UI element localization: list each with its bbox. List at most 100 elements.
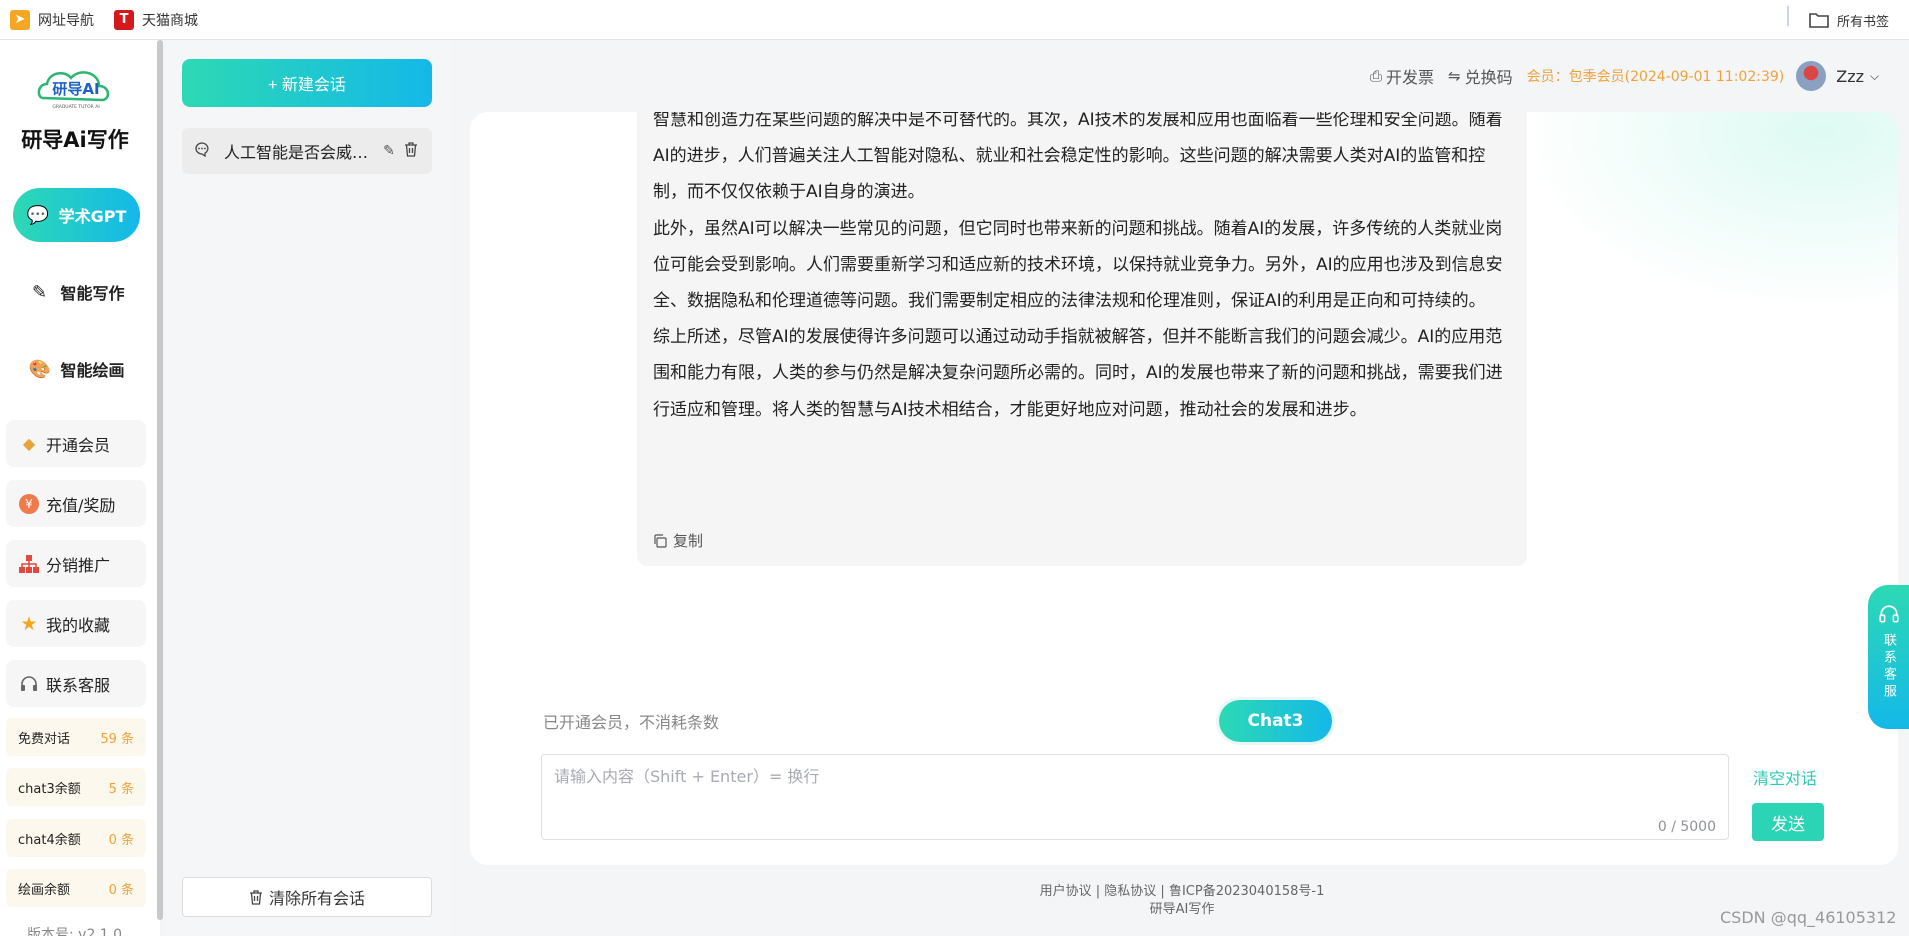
folder-icon <box>1809 13 1829 28</box>
nav-smart-painting[interactable]: 🎨 智能绘画 <box>13 342 140 396</box>
icp-link[interactable]: 鲁ICP备2023040158号-1 <box>1169 884 1324 899</box>
quota-free-chat: 免费对话 59 条 <box>6 718 146 756</box>
all-bookmarks-label: 所有书签 <box>1836 14 1889 30</box>
chat-panel: 智慧和创造力在某些问题的解决中是不可替代的。其次，AI技术的发展和应用也面临着一… <box>470 112 1898 865</box>
headset-icon <box>18 673 40 695</box>
nav-label: 开通会员 <box>46 435 111 455</box>
redeem-link[interactable]: ⇋ 兑换码 <box>1448 64 1513 88</box>
quota-chat3: chat3余额 5 条 <box>6 768 146 806</box>
send-button[interactable]: 发送 <box>1752 803 1824 841</box>
clear-all-sessions-button[interactable]: 清除所有会话 <box>182 877 432 917</box>
quota-value: 0 条 <box>108 882 134 898</box>
message-paragraph: 智慧和创造力在某些问题的解决中是不可替代的。其次，AI技术的发展和应用也面临着一… <box>653 112 1503 203</box>
user-agreement-link[interactable]: 用户协议 <box>1040 884 1092 899</box>
nav-favorites[interactable]: ★ 我的收藏 <box>6 600 146 647</box>
left-nav-scrollbar[interactable] <box>157 40 163 920</box>
nav-label: 我的收藏 <box>46 615 111 635</box>
session-title: 人工智能是否会威胁人类 <box>224 143 378 162</box>
session-item[interactable]: 人工智能是否会威胁人类 ✎ <box>182 128 432 174</box>
session-panel: + 新建会话 人工智能是否会威胁人类 ✎ 清除所有会话 <box>166 40 452 936</box>
model-selector[interactable]: Chat3 <box>1219 700 1332 742</box>
logo-subtext: GRADUATE TUTOR AI <box>52 104 99 110</box>
support-floating-tab[interactable]: 联系客服 <box>1868 585 1909 729</box>
navigation-icon: ➤ <box>10 9 30 30</box>
new-chat-button[interactable]: + 新建会话 <box>182 59 432 107</box>
user-topbar: ⎙ 开发票 ⇋ 兑换码 会员：包季会员(2024-09-01 11:02:39)… <box>1370 58 1879 94</box>
logo-wordmark: 研导AI <box>52 80 99 98</box>
nav-academic-gpt[interactable]: 💬 学术GPT <box>13 188 140 242</box>
bookmarks-bar: ➤ 网址导航 T 天猫商城 所有书签 <box>0 0 1909 40</box>
message-paragraph: 综上所述，尽管AI的发展使得许多问题可以通过动动手指就被解答，但并不能断言我们的… <box>653 327 1503 420</box>
nav-contact-support[interactable]: 联系客服 <box>6 660 146 707</box>
footer: 用户协议 | 隐私协议 | 鲁ICP备2023040158号-1 研导AI写作 <box>970 883 1394 919</box>
quota-chat4: chat4余额 0 条 <box>6 819 146 857</box>
edit-icon[interactable]: ✎ <box>378 143 400 159</box>
star-icon: ★ <box>20 612 38 635</box>
nav-label: 充值/奖励 <box>46 495 116 515</box>
message-text: 智慧和创造力在某些问题的解决中是不可替代的。其次，AI技术的发展和应用也面临着一… <box>653 112 1513 428</box>
clear-chat-button[interactable]: 清空对话 <box>1753 765 1817 789</box>
nav-label: 智能写作 <box>60 284 125 303</box>
nav-smart-writing[interactable]: ✎ 智能写作 <box>13 265 140 319</box>
pen-icon: ✎ <box>31 281 48 303</box>
nav-open-membership[interactable]: ◆ 开通会员 <box>6 420 146 467</box>
quota-label: chat4余额 <box>18 832 81 848</box>
message-input-box: 0 / 5000 <box>541 754 1729 840</box>
quota-value: 0 条 <box>108 832 134 848</box>
nav-recharge[interactable]: ¥ 充值/奖励 <box>6 480 146 527</box>
all-bookmarks[interactable]: 所有书签 <box>1809 0 1889 40</box>
hierarchy-icon <box>18 553 40 575</box>
quota-value: 59 条 <box>100 731 134 747</box>
bookmark-tmall[interactable]: T 天猫商城 <box>114 9 198 30</box>
footer-links: 用户协议 | 隐私协议 | 鲁ICP备2023040158号-1 <box>970 883 1394 901</box>
user-menu[interactable]: Zzz ⌵ <box>1836 67 1879 86</box>
invoice-link[interactable]: ⎙ 开发票 <box>1370 64 1434 88</box>
chat-bubble-icon <box>194 141 214 161</box>
support-tab-label: 联系客服 <box>1881 633 1896 701</box>
diamond-icon: ◆ <box>22 434 36 453</box>
version-label: 版本号: v2.1.0 <box>27 927 123 936</box>
nav-label: 分销推广 <box>46 555 111 575</box>
assistant-message: 智慧和创造力在某些问题的解决中是不可替代的。其次，AI技术的发展和应用也面临着一… <box>637 112 1527 566</box>
brand-title: 研导Ai写作 <box>21 128 129 152</box>
quota-label: 免费对话 <box>18 731 71 747</box>
trash-icon[interactable] <box>400 141 422 161</box>
message-paragraph: 此外，虽然AI可以解决一些常见的问题，但它同时也带来新的问题和挑战。随着AI的发… <box>653 218 1503 312</box>
clear-all-label: 清除所有会话 <box>268 889 365 908</box>
footer-site-name: 研导AI写作 <box>1149 902 1215 917</box>
palette-icon: 🎨 <box>28 358 51 380</box>
bookmarks-divider <box>1787 6 1789 26</box>
bookmark-label: 天猫商城 <box>142 12 198 29</box>
username: Zzz <box>1836 66 1865 86</box>
headset-icon <box>1878 605 1899 623</box>
copy-label: 复制 <box>673 532 704 550</box>
invoice-label: 开发票 <box>1386 68 1435 87</box>
char-counter: 0 / 5000 <box>1657 819 1716 835</box>
member-note: 已开通会员，不消耗条数 <box>543 713 720 732</box>
nav-affiliate[interactable]: 分销推广 <box>6 540 146 587</box>
footer-separator: | <box>1156 884 1169 899</box>
exchange-icon: ⇋ <box>1448 67 1461 85</box>
yen-coin-icon: ¥ <box>18 493 40 515</box>
watermark: CSDN @qq_46105312 <box>1720 908 1897 927</box>
membership-status: 会员：包季会员(2024-09-01 11:02:39) <box>1526 69 1785 85</box>
avatar[interactable] <box>1796 61 1827 91</box>
bookmark-nav[interactable]: ➤ 网址导航 <box>10 9 94 30</box>
quota-value: 5 条 <box>108 781 134 797</box>
bookmark-label: 网址导航 <box>38 12 94 29</box>
nav-label: 联系客服 <box>46 675 111 695</box>
trash-icon <box>249 889 262 905</box>
redeem-label: 兑换码 <box>1464 68 1513 87</box>
copy-button[interactable]: 复制 <box>653 530 703 551</box>
footer-separator: | <box>1091 884 1105 899</box>
privacy-link[interactable]: 隐私协议 <box>1104 884 1156 899</box>
printer-icon: ⎙ <box>1370 67 1383 85</box>
left-nav: 研导AI GRADUATE TUTOR AI 研导Ai写作 💬 学术GPT ✎ … <box>0 40 160 936</box>
tmall-icon: T <box>114 9 134 30</box>
brand-logo: 研导AI GRADUATE TUTOR AI <box>35 62 117 112</box>
quota-painting: 绘画余额 0 条 <box>6 869 146 907</box>
nav-label: 智能绘画 <box>60 361 125 380</box>
quota-label: chat3余额 <box>18 781 81 797</box>
message-input[interactable] <box>542 755 1728 839</box>
chat-bubble-icon: 💬 <box>26 204 50 226</box>
